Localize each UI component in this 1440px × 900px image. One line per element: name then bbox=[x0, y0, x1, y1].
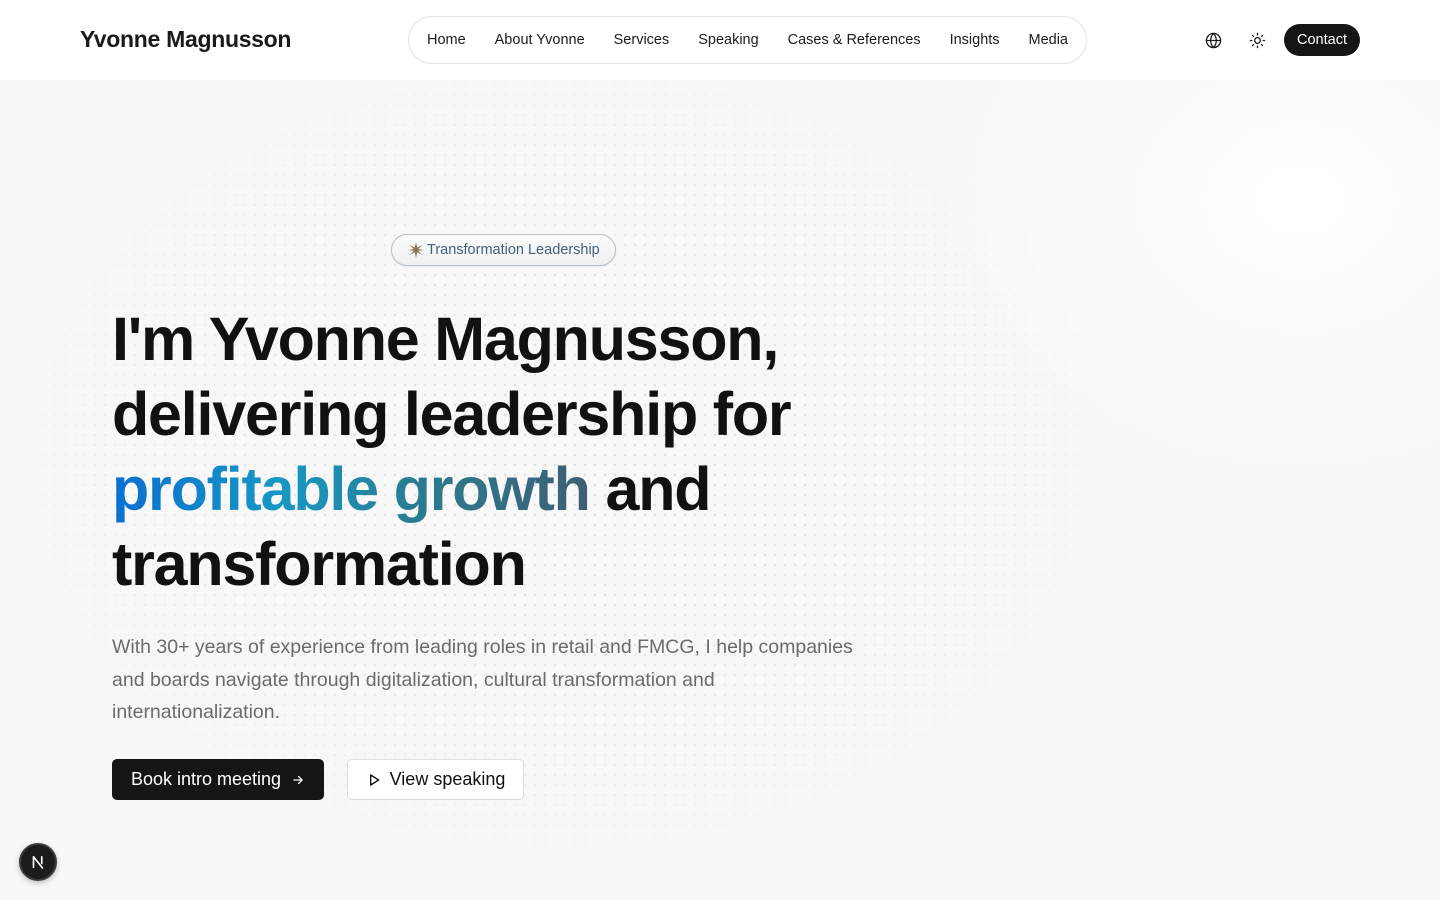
nav-cases-references[interactable]: Cases & References bbox=[788, 32, 921, 48]
headline-line-2: delivering leadership for bbox=[112, 380, 792, 448]
site-brand[interactable]: Yvonne Magnusson bbox=[80, 26, 291, 53]
headline-highlight: profitable growth bbox=[112, 455, 591, 523]
headline-line-4: transformation bbox=[112, 530, 527, 598]
nav-home[interactable]: Home bbox=[427, 32, 466, 48]
contact-button[interactable]: Contact bbox=[1284, 24, 1360, 56]
headline-line-3-rest: and bbox=[589, 455, 711, 523]
hero-headline: I'm Yvonne Magnusson, delivering leaders… bbox=[112, 302, 912, 602]
nav-media[interactable]: Media bbox=[1029, 32, 1069, 48]
badge-label: Transformation Leadership bbox=[427, 242, 600, 258]
nextjs-logo-icon[interactable] bbox=[19, 843, 57, 881]
play-icon bbox=[366, 772, 382, 788]
hero-lead-text: With 30+ years of experience from leadin… bbox=[112, 636, 853, 723]
nav-speaking[interactable]: Speaking bbox=[698, 32, 758, 48]
nav-about[interactable]: About Yvonne bbox=[495, 32, 585, 48]
site-header: Yvonne Magnusson Home About Yvonne Servi… bbox=[0, 0, 1440, 80]
book-intro-meeting-button[interactable]: Book intro meeting bbox=[112, 759, 324, 800]
topic-badge: Transformation Leadership bbox=[391, 234, 616, 266]
sparkle-icon bbox=[407, 241, 425, 259]
arrow-right-icon bbox=[291, 773, 305, 787]
sun-icon[interactable] bbox=[1247, 30, 1267, 50]
globe-icon[interactable] bbox=[1203, 30, 1223, 50]
nav-insights[interactable]: Insights bbox=[950, 32, 1000, 48]
headline-line-3: profitable growth and bbox=[112, 452, 912, 527]
nav-services[interactable]: Services bbox=[614, 32, 670, 48]
view-speaking-button[interactable]: View speaking bbox=[347, 759, 524, 800]
headline-line-1: I'm Yvonne Magnusson, bbox=[112, 305, 779, 373]
book-intro-meeting-label: Book intro meeting bbox=[130, 769, 282, 789]
main-nav: Home About Yvonne Services Speaking Case… bbox=[408, 16, 1087, 64]
view-speaking-label: View speaking bbox=[389, 769, 506, 789]
